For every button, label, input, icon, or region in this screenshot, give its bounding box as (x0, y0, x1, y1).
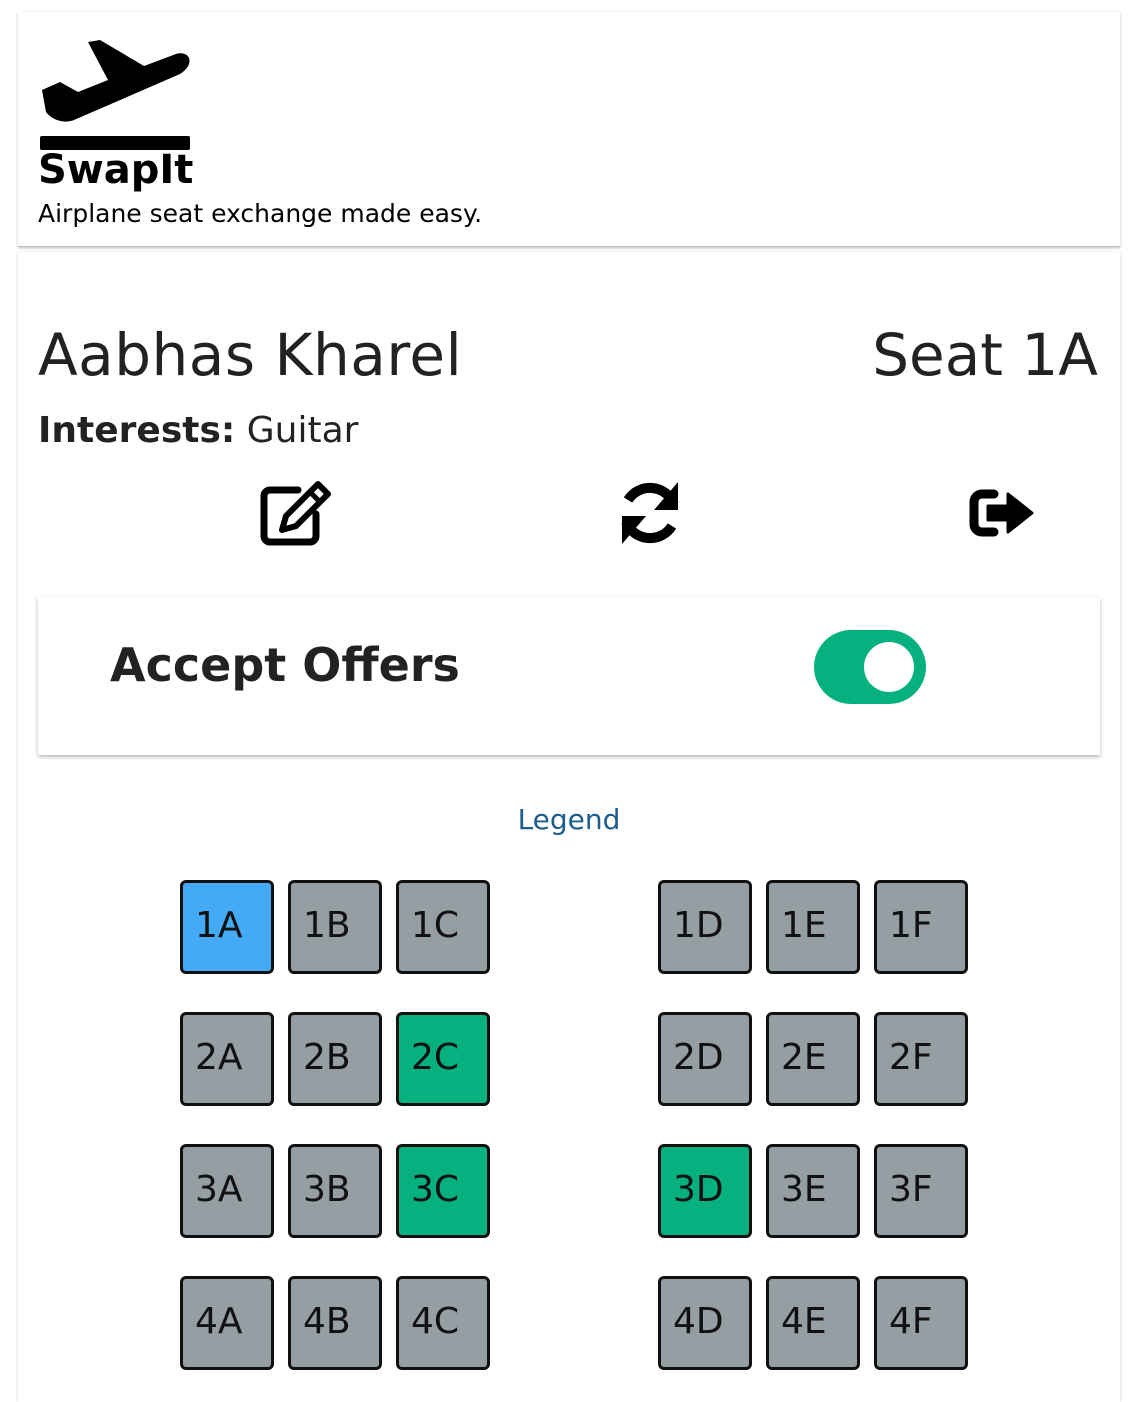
seat-2a[interactable]: 2A (180, 1012, 274, 1106)
tagline: Airplane seat exchange made easy. (38, 199, 483, 228)
seat-1f[interactable]: 1F (874, 880, 968, 974)
accept-offers-card: Accept Offers (38, 597, 1100, 755)
seat-2c[interactable]: 2C (396, 1012, 490, 1106)
seat-3f[interactable]: 3F (874, 1144, 968, 1238)
app-header: SwapIt Airplane seat exchange made easy. (18, 12, 1120, 247)
interests-value: Guitar (246, 410, 359, 451)
toggle-knob (864, 642, 914, 692)
seat-2f[interactable]: 2F (874, 1012, 968, 1106)
seat-1b[interactable]: 1B (288, 880, 382, 974)
sign-out-icon[interactable] (968, 480, 1040, 546)
seat-1a[interactable]: 1A (180, 880, 274, 974)
seat-4b[interactable]: 4B (288, 1276, 382, 1370)
interests-label: Interests: (38, 410, 236, 451)
seat-2d[interactable]: 2D (658, 1012, 752, 1106)
user-name: Aabhas Kharel (38, 321, 463, 389)
brand-name: SwapIt (38, 147, 194, 193)
edit-icon[interactable] (260, 480, 332, 546)
seat-3d[interactable]: 3D (658, 1144, 752, 1238)
seat-2b[interactable]: 2B (288, 1012, 382, 1106)
seat-4a[interactable]: 4A (180, 1276, 274, 1370)
seat-label: Seat 1A (872, 321, 1098, 389)
seat-4f[interactable]: 4F (874, 1276, 968, 1370)
seat-4c[interactable]: 4C (396, 1276, 490, 1370)
profile-card: Aabhas Kharel Seat 1A Interests: Guitar … (18, 252, 1120, 1402)
seat-4e[interactable]: 4E (766, 1276, 860, 1370)
legend-link[interactable]: Legend (18, 802, 1120, 838)
seat-3e[interactable]: 3E (766, 1144, 860, 1238)
seat-1d[interactable]: 1D (658, 880, 752, 974)
interests: Interests: Guitar (38, 408, 358, 454)
seat-3c[interactable]: 3C (396, 1144, 490, 1238)
seat-1e[interactable]: 1E (766, 880, 860, 974)
seat-4d[interactable]: 4D (658, 1276, 752, 1370)
accept-offers-toggle[interactable] (814, 630, 926, 704)
seat-1c[interactable]: 1C (396, 880, 490, 974)
sync-icon[interactable] (614, 480, 686, 546)
seat-2e[interactable]: 2E (766, 1012, 860, 1106)
seat-3b[interactable]: 3B (288, 1144, 382, 1238)
accept-offers-label: Accept Offers (110, 638, 460, 692)
seat-3a[interactable]: 3A (180, 1144, 274, 1238)
airplane-departure-icon (40, 40, 190, 150)
